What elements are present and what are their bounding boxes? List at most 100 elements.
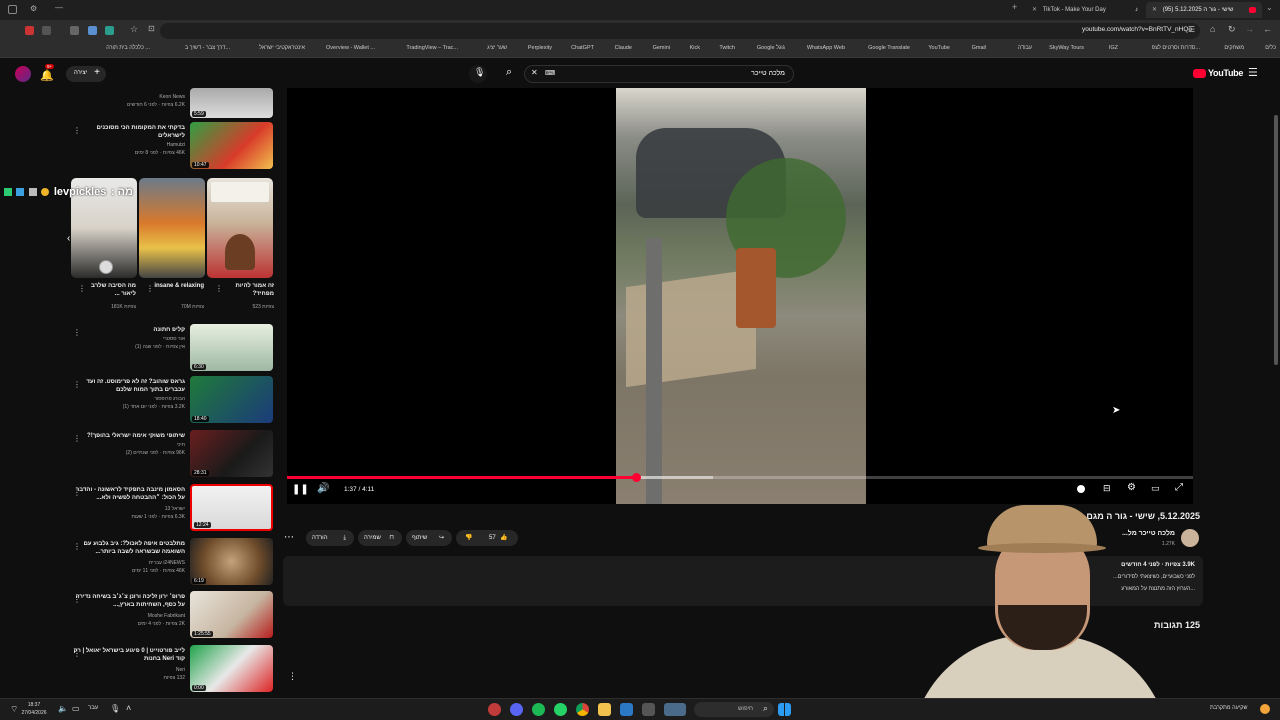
autoplay-toggle[interactable] <box>1077 485 1085 493</box>
list-item[interactable]: ⋮ 18:40 גראס שוהוב? זה לא פרימוסט. זה וע… <box>70 376 275 424</box>
share-button[interactable]: ↪ שיתוף <box>406 530 452 546</box>
bookmark-item[interactable]: Perplexity <box>528 45 552 51</box>
video-thumbnail[interactable]: 1:25:55 <box>190 591 273 638</box>
bookmark-item[interactable]: Gmail <box>972 45 986 51</box>
video-thumbnail[interactable]: 18:40 <box>190 376 273 423</box>
subtitles-icon[interactable]: ⊟ <box>1103 483 1111 494</box>
extension-icon[interactable] <box>70 26 79 35</box>
settings-icon[interactable]: ⚙ <box>30 4 37 13</box>
list-item[interactable]: ⋮ 0:00 לייב פורטוייט | 0 פיגוע בישראל יא… <box>70 645 275 693</box>
bookmark-item[interactable]: ChatGPT <box>571 45 594 51</box>
list-item[interactable]: ⋮ 1:25:55 פרופ׳ ירון זליכה ורונן צ׳ג׳ב ב… <box>70 591 275 639</box>
voice-search-button[interactable]: 🎙 <box>469 65 487 83</box>
create-button[interactable]: + יצירה <box>66 66 106 82</box>
close-icon[interactable]: ✕ <box>1152 7 1157 13</box>
whatsapp-icon[interactable] <box>554 703 567 716</box>
avatar[interactable] <box>15 66 31 82</box>
progress-bar[interactable] <box>287 473 1193 482</box>
list-item[interactable]: ⋮ 10:47 בדקתי את המקומות הכי מסוכנים ליש… <box>70 122 275 170</box>
new-tab-icon[interactable]: + <box>1012 2 1017 12</box>
list-item[interactable]: ⋮ 28:31 שיתופי משוקי אימה ישראלי בהופך!?… <box>70 430 275 478</box>
back-icon[interactable]: ← <box>1263 24 1272 34</box>
video-player[interactable] <box>287 88 1193 504</box>
video-thumbnail[interactable]: 0:00 <box>190 645 273 692</box>
list-item[interactable]: ⋮ 6:19 מתלבטים איפה לאכול?: גיב גלבוע עם… <box>70 538 275 586</box>
install-icon[interactable]: ⊡ <box>148 24 155 33</box>
bookmark-item[interactable]: Overview - Wallet ... <box>326 45 375 51</box>
file-explorer-icon[interactable] <box>598 703 611 716</box>
menu-icon[interactable]: ☰ <box>1248 66 1258 79</box>
settings-icon[interactable]: ⚙ <box>1127 482 1136 493</box>
video-thumbnail[interactable]: 28:31 <box>190 430 273 477</box>
extension-icon[interactable] <box>88 26 97 35</box>
save-button[interactable]: ⊓ שמירה <box>358 530 402 546</box>
spotify-icon[interactable] <box>532 703 545 716</box>
bookmark-item[interactable]: Google Translate <box>868 45 910 51</box>
miniplayer-icon[interactable]: ▭ <box>1151 483 1160 494</box>
keyboard-icon[interactable]: ⌨ <box>545 69 555 77</box>
clear-search-icon[interactable]: ✕ <box>531 68 538 77</box>
short-item[interactable] <box>139 178 205 278</box>
store-icon[interactable] <box>620 703 633 716</box>
url-field[interactable]: youtube.com/watch?v=BnRtTV_nHQo <box>160 23 1200 39</box>
bookmark-item[interactable]: כלכלה בית תורה ... <box>106 45 150 51</box>
list-item[interactable]: 5:59 Keon News 6.2K צפיות · לפני 6 חודשי… <box>70 88 275 118</box>
window-menu-icon[interactable] <box>8 5 17 14</box>
video-thumbnail[interactable]: 5:59 <box>190 88 273 118</box>
bookmark-item[interactable]: IGZ <box>1109 45 1118 51</box>
bookmark-item[interactable]: Claude <box>615 45 632 51</box>
extension-icon[interactable] <box>105 26 114 35</box>
app-icon[interactable] <box>488 703 501 716</box>
bookmark-item[interactable]: WhatsApp Web <box>807 45 845 51</box>
forward-icon[interactable]: → <box>1245 24 1254 34</box>
search-input[interactable]: ✕ ⌨ מלכה טייכר <box>524 65 794 83</box>
chrome-icon[interactable] <box>576 703 589 716</box>
bookmark-item[interactable]: Twitch <box>719 45 735 51</box>
language-indicator[interactable]: עבר <box>88 705 98 711</box>
list-item[interactable]: ⋮ 12:24 הסאמון מינבה בתפקיד לראשונה - וה… <box>70 484 275 532</box>
video-thumbnail[interactable]: 6:30 <box>190 324 273 371</box>
scrollbar-thumb[interactable] <box>1274 115 1278 365</box>
more-options-icon[interactable]: ⋮ <box>146 284 154 293</box>
page-scrollbar[interactable] <box>1272 60 1280 698</box>
taskbar-search[interactable]: ⌕ חיפוש <box>694 702 774 717</box>
weather-widget[interactable]: שקיעה מתקרבת <box>1200 702 1274 718</box>
clock[interactable]: 18:37 27/04/2026 <box>20 701 48 717</box>
more-options-icon[interactable]: ⋮ <box>288 671 297 682</box>
scrubber-handle[interactable] <box>632 473 642 482</box>
video-thumbnail[interactable]: 10:47 <box>190 122 273 169</box>
like-icon[interactable]: 👍 <box>500 530 507 546</box>
chevron-up-icon[interactable]: ˄ <box>126 703 131 713</box>
close-icon[interactable]: ✕ <box>1032 7 1037 13</box>
extension-icon[interactable] <box>25 26 34 35</box>
bookmark-item[interactable]: שער יציג <box>487 45 507 51</box>
chevron-down-icon[interactable]: ⌄ <box>1266 3 1273 12</box>
list-item[interactable]: ⋮ 6:30 קליפ חתונה אור ססטרי אין צפיות · … <box>70 324 275 372</box>
star-icon[interactable]: ☆ <box>130 24 138 35</box>
bookmark-item[interactable]: אינטראקטיבי ישראל <box>259 45 305 51</box>
windows-start-icon[interactable] <box>778 703 791 716</box>
dislike-icon[interactable]: 👎 <box>465 530 472 546</box>
video-thumbnail[interactable]: 12:24 <box>190 484 273 531</box>
volume-icon[interactable]: 🔊 <box>317 483 329 494</box>
youtube-logo[interactable]: YouTube <box>1193 68 1243 82</box>
network-icon[interactable]: ▭ <box>72 704 80 713</box>
bookmark-item[interactable]: TradingView – Trac... <box>406 45 458 51</box>
tab-youtube[interactable]: ✕ שישי - גור ה 5.12.2025 (95) <box>1146 2 1262 18</box>
bookmark-item[interactable]: Google גוגל <box>757 45 785 51</box>
bookmark-item[interactable]: סדרות וסרטים לצפ... <box>1152 45 1200 51</box>
bookmark-item[interactable]: כלים <box>1265 45 1276 51</box>
bookmark-item[interactable]: Kick <box>690 45 700 51</box>
discord-icon[interactable] <box>510 703 523 716</box>
wifi-icon[interactable]: ⌔ <box>10 704 18 715</box>
download-button[interactable]: ⤓ הורדה <box>306 530 354 546</box>
video-thumbnail[interactable]: 6:19 <box>190 538 273 585</box>
search-button[interactable]: ⌕ <box>500 65 522 83</box>
home-icon[interactable]: ⌂ <box>1210 24 1215 34</box>
bookmark-item[interactable]: דרך צבר - דשיך ב... <box>185 45 230 51</box>
fullscreen-icon[interactable]: ⤢ <box>1175 482 1183 493</box>
more-options-icon[interactable]: ⋮ <box>215 284 223 293</box>
tune-icon[interactable]: ☰ <box>1188 25 1195 34</box>
extension-icon[interactable] <box>42 26 51 35</box>
mic-icon[interactable]: 🎙 <box>110 704 120 713</box>
